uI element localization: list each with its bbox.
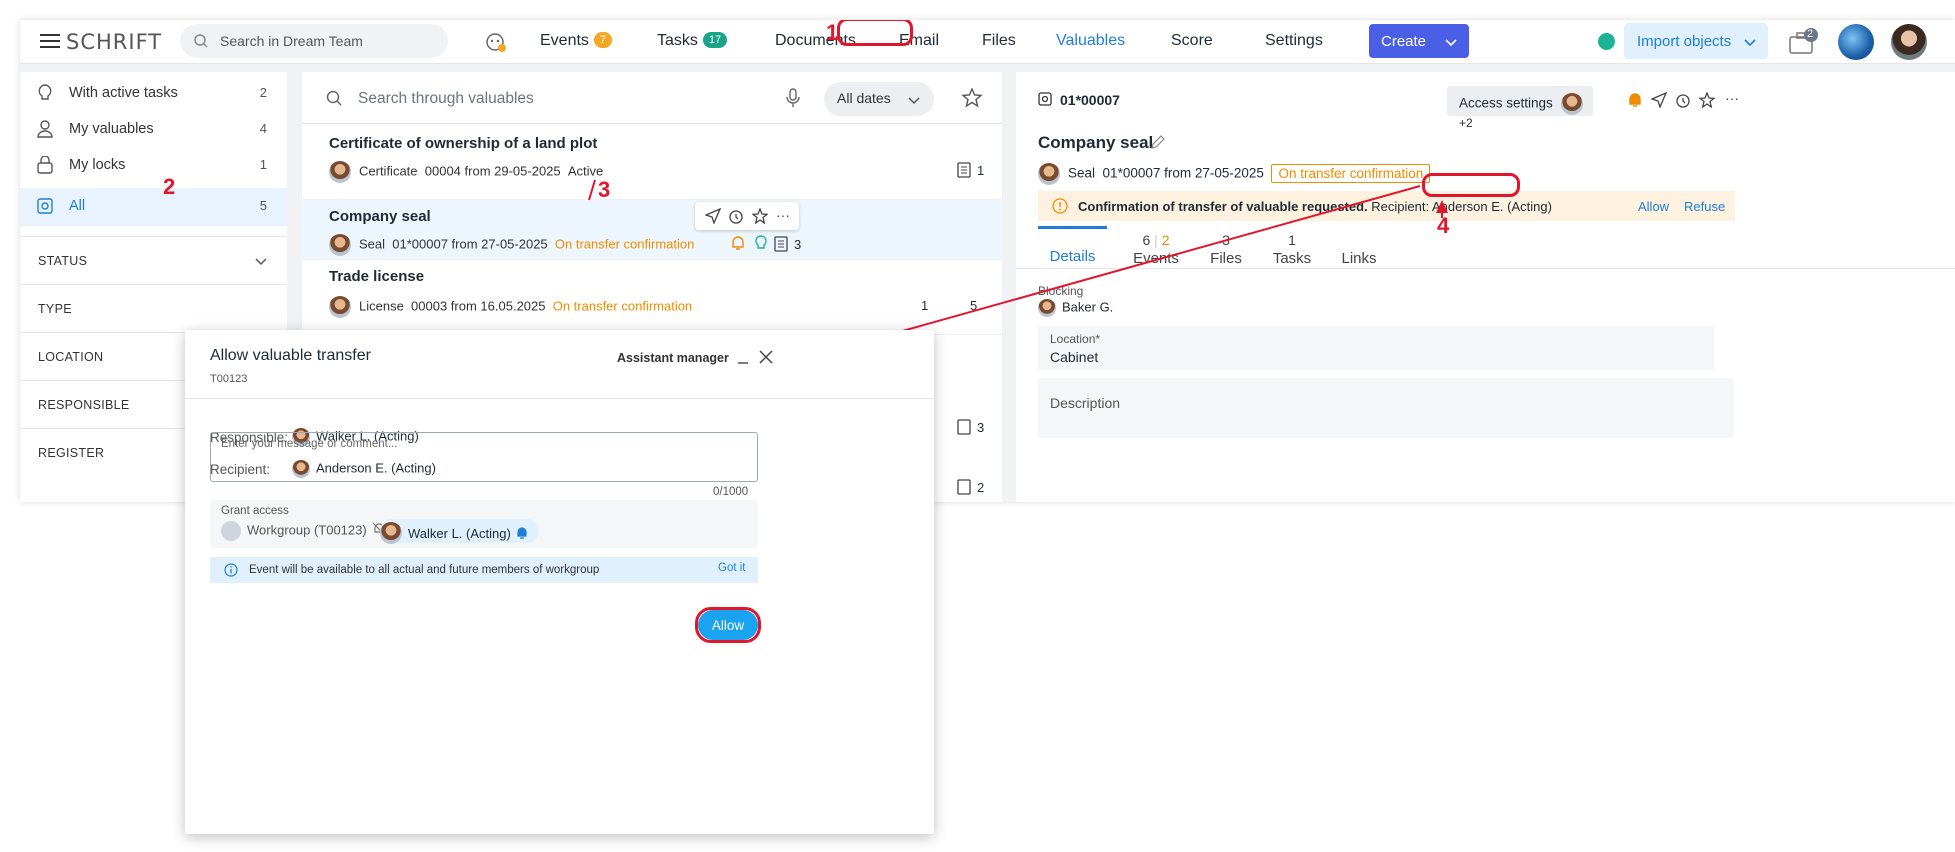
got-it-link[interactable]: Got it [718, 562, 745, 574]
dialog-header-divider [185, 398, 934, 399]
group-icon [221, 521, 241, 541]
close-icon[interactable] [759, 350, 773, 369]
dialog-code: T00123 [210, 373, 248, 385]
bell-icon[interactable] [515, 526, 529, 540]
workgroup-info-notice: Event will be available to all actual an… [210, 557, 758, 583]
workgroup-chip[interactable]: Workgroup (T00123) [221, 521, 386, 541]
comment-placeholder: Enter your message or comment... [221, 438, 398, 450]
user-chip[interactable]: Walker L. (Acting) [380, 519, 539, 544]
minimize-icon[interactable] [737, 352, 749, 370]
grant-access-panel: Grant access Workgroup (T00123) Walker L… [210, 500, 758, 548]
dialog-role: Assistant manager [617, 351, 729, 365]
info-icon [224, 563, 238, 580]
avatar [380, 522, 402, 544]
grant-access-label: Grant access [221, 505, 289, 517]
dialog-title: Allow valuable transfer [210, 347, 371, 364]
char-counter: 0/1000 [713, 486, 749, 498]
allow-transfer-dialog: Allow valuable transfer T00123 Assistant… [185, 330, 934, 834]
annotation-box-allow-button [695, 607, 761, 643]
